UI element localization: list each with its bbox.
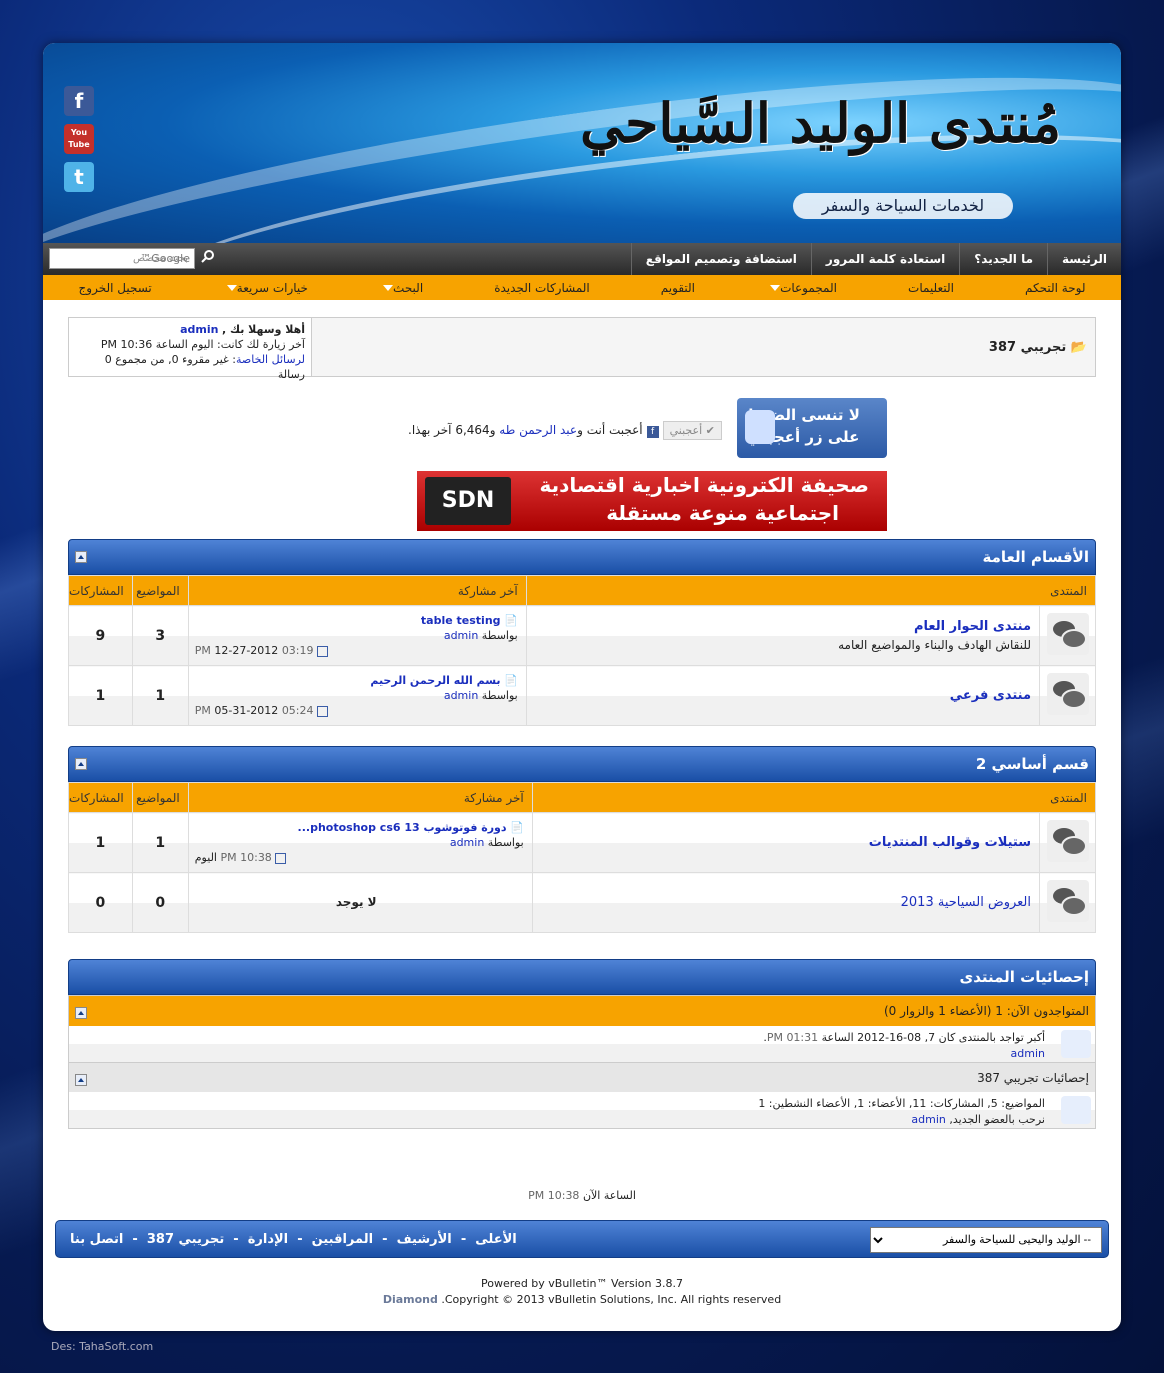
- subnav-search[interactable]: البحث: [379, 281, 423, 295]
- collapse-icon[interactable]: [75, 1074, 87, 1086]
- chart-icon: [1061, 1096, 1091, 1124]
- facebook-icon[interactable]: f: [64, 86, 94, 116]
- user-link[interactable]: admin: [180, 323, 218, 336]
- go-to-post-icon[interactable]: [274, 852, 286, 864]
- chevron-down-icon: [383, 285, 394, 291]
- last-post-link[interactable]: table testing: [421, 614, 501, 627]
- footer-links: الأعلى - الأرشيف - المراقبين - الإدارة -…: [70, 1232, 517, 1247]
- welcome-bar: 📂 تجريبي 387 أهلا وسهلا بك , admin آخر ز…: [68, 317, 1096, 381]
- collapse-icon[interactable]: [75, 1007, 87, 1019]
- search-input[interactable]: Google™ بحث مخصص: [49, 248, 195, 269]
- forum-icon: [1046, 880, 1089, 922]
- forum-icon: [1046, 820, 1089, 862]
- category-header: الأقسام العامة: [68, 539, 1096, 575]
- footer-link-home[interactable]: تجريبي 387: [147, 1232, 224, 1247]
- last-post-link[interactable]: دورة فوتوشوب photoshop cs6 13...: [298, 821, 507, 834]
- subnav-groups[interactable]: المجموعات: [766, 281, 837, 295]
- users-icon: [1061, 1030, 1091, 1058]
- like-button[interactable]: ✔ أعجبني: [662, 421, 722, 440]
- subnav-calendar[interactable]: التقويم: [661, 281, 695, 295]
- subnav-logout[interactable]: تسجيل الخروج: [79, 281, 152, 295]
- page: مُنتدى الوليد السَّياحي لخدمات السياحة و…: [43, 43, 1121, 1331]
- online-users: المتواجدون الآن: 1 (الأعضاء 1 والزوار 0): [883, 1004, 1089, 1018]
- subnav-usercp[interactable]: لوحة التحكم: [1025, 281, 1086, 295]
- breadcrumb[interactable]: 📂 تجريبي 387: [989, 340, 1087, 355]
- powered-by: Powered by vBulletin™ Version 3.8.7 Diam…: [382, 1277, 782, 1306]
- sdn-logo: SDN: [425, 477, 511, 525]
- footer-link-admin[interactable]: الإدارة: [248, 1232, 288, 1247]
- subnav-quick-links[interactable]: خيارات سريعة: [223, 281, 308, 295]
- youtube-icon[interactable]: You Tube: [64, 124, 94, 154]
- facebook-like-line: ✔ أعجبنيfأعجبت أنت وعبد الرحمن طه و6,464…: [408, 421, 722, 440]
- table-row: منتدى الحوار العام للنقاش الهادف والبناء …: [68, 605, 1096, 666]
- forum-icon: [1046, 673, 1089, 715]
- banner: مُنتدى الوليد السَّياحي لخدمات السياحة و…: [43, 43, 1121, 371]
- current-time: الساعة الآن 10:38 PM: [528, 1189, 636, 1202]
- table-row: منتدى فرعي 📄 بسم الله الرحمن الرحيم بواسط…: [68, 665, 1096, 726]
- go-to-post-icon[interactable]: [316, 705, 328, 717]
- go-to-post-icon[interactable]: [316, 645, 328, 657]
- footer-link-contact[interactable]: اتصل بنا: [70, 1232, 123, 1247]
- nav-home[interactable]: الرئيسة: [1047, 243, 1121, 275]
- chevron-down-icon: [226, 285, 237, 291]
- category-general: الأقسام العامة المنتدى آخر مشاركة المواضيع…: [68, 539, 1097, 726]
- last-visit: آخر زيارة لك كانت: اليوم الساعة 10:36 PM: [100, 338, 305, 351]
- nav-whats-new[interactable]: ما الجديد؟: [959, 243, 1047, 275]
- chevron-down-icon: [770, 285, 781, 291]
- forum-stats-title: إحصائيات تجريبي 387: [977, 1071, 1089, 1085]
- nav-recover-password[interactable]: استعادة كلمة المرور: [810, 243, 959, 275]
- search-icon[interactable]: [201, 249, 215, 263]
- online-user-link[interactable]: admin: [1011, 1047, 1045, 1060]
- welcome-box: أهلا وسهلا بك , admin آخر زيارة لك كانت:…: [69, 318, 312, 381]
- collapse-icon[interactable]: [75, 551, 87, 563]
- forum-link[interactable]: منتدى الحوار العام: [914, 619, 1031, 634]
- category-header: قسم أساسي 2: [68, 746, 1096, 782]
- logo-subtitle: لخدمات السياحة والسفر: [793, 193, 1013, 219]
- forum-icon: [1046, 613, 1089, 655]
- forum-link[interactable]: منتدى فرعي: [950, 688, 1031, 703]
- forum-link[interactable]: ستيلات وقوالب المنتديات: [869, 835, 1031, 850]
- sdn-ad-banner[interactable]: صحيفة الكترونية اخبارية اقتصادية اجتماعية…: [417, 471, 887, 531]
- nav-hosting[interactable]: استضافة وتصميم المواقع: [630, 243, 811, 275]
- facebook-icon: f: [646, 426, 659, 438]
- footer-bar: -- الوليد واليحيى للسياحة والسفر الأعلى …: [55, 1220, 1109, 1258]
- twitter-icon[interactable]: t: [64, 162, 94, 192]
- top-navbar: الرئيسة ما الجديد؟ استعادة كلمة المرور ا…: [43, 243, 1121, 275]
- style-select[interactable]: -- الوليد واليحيى للسياحة والسفر: [870, 1227, 1102, 1253]
- subnav-new-posts[interactable]: المشاركات الجديدة: [494, 281, 590, 295]
- like-ad-banner[interactable]: لا تنسى الضغط على زر أعجبني: [737, 398, 887, 458]
- footer-link-archive[interactable]: الأرشيف: [397, 1232, 452, 1247]
- category-basic-2: قسم أساسي 2 المنتدى آخر مشاركة المواضيع الم…: [68, 746, 1097, 933]
- thumbs-up-icon: [745, 410, 775, 444]
- like-user-link[interactable]: عبد الرحمن طه: [499, 423, 577, 437]
- logo-title[interactable]: مُنتدى الوليد السَّياحي: [580, 91, 1061, 155]
- collapse-icon[interactable]: [75, 758, 87, 770]
- newest-user-link[interactable]: admin: [911, 1113, 945, 1126]
- pm-link[interactable]: لرسائل الخاصة: [236, 353, 305, 366]
- search-placeholder: بحث مخصص: [133, 253, 188, 264]
- forum-stats: إحصائيات المنتدى المتواجدون الآن: 1 (الأ…: [68, 959, 1096, 1129]
- table-row: العروض السياحية 2013 لا يوجد 0 0: [68, 872, 1096, 933]
- footer-link-moderators[interactable]: المراقبين: [312, 1232, 373, 1247]
- stats-header: إحصائيات المنتدى: [68, 959, 1096, 995]
- designer-credit: Des: TahaSoft.com: [51, 1340, 154, 1353]
- table-row: ستيلات وقوالب المنتديات 📄 دورة فوتوشوب p…: [68, 812, 1096, 873]
- last-post-link[interactable]: بسم الله الرحمن الرحيم: [370, 674, 500, 687]
- subnav-faq[interactable]: التعليمات: [908, 281, 954, 295]
- footer-link-top[interactable]: الأعلى: [475, 1232, 516, 1247]
- forum-link[interactable]: العروض السياحية 2013: [901, 895, 1031, 910]
- sub-navbar: لوحة التحكم التعليمات المجموعات التقويم …: [43, 275, 1121, 300]
